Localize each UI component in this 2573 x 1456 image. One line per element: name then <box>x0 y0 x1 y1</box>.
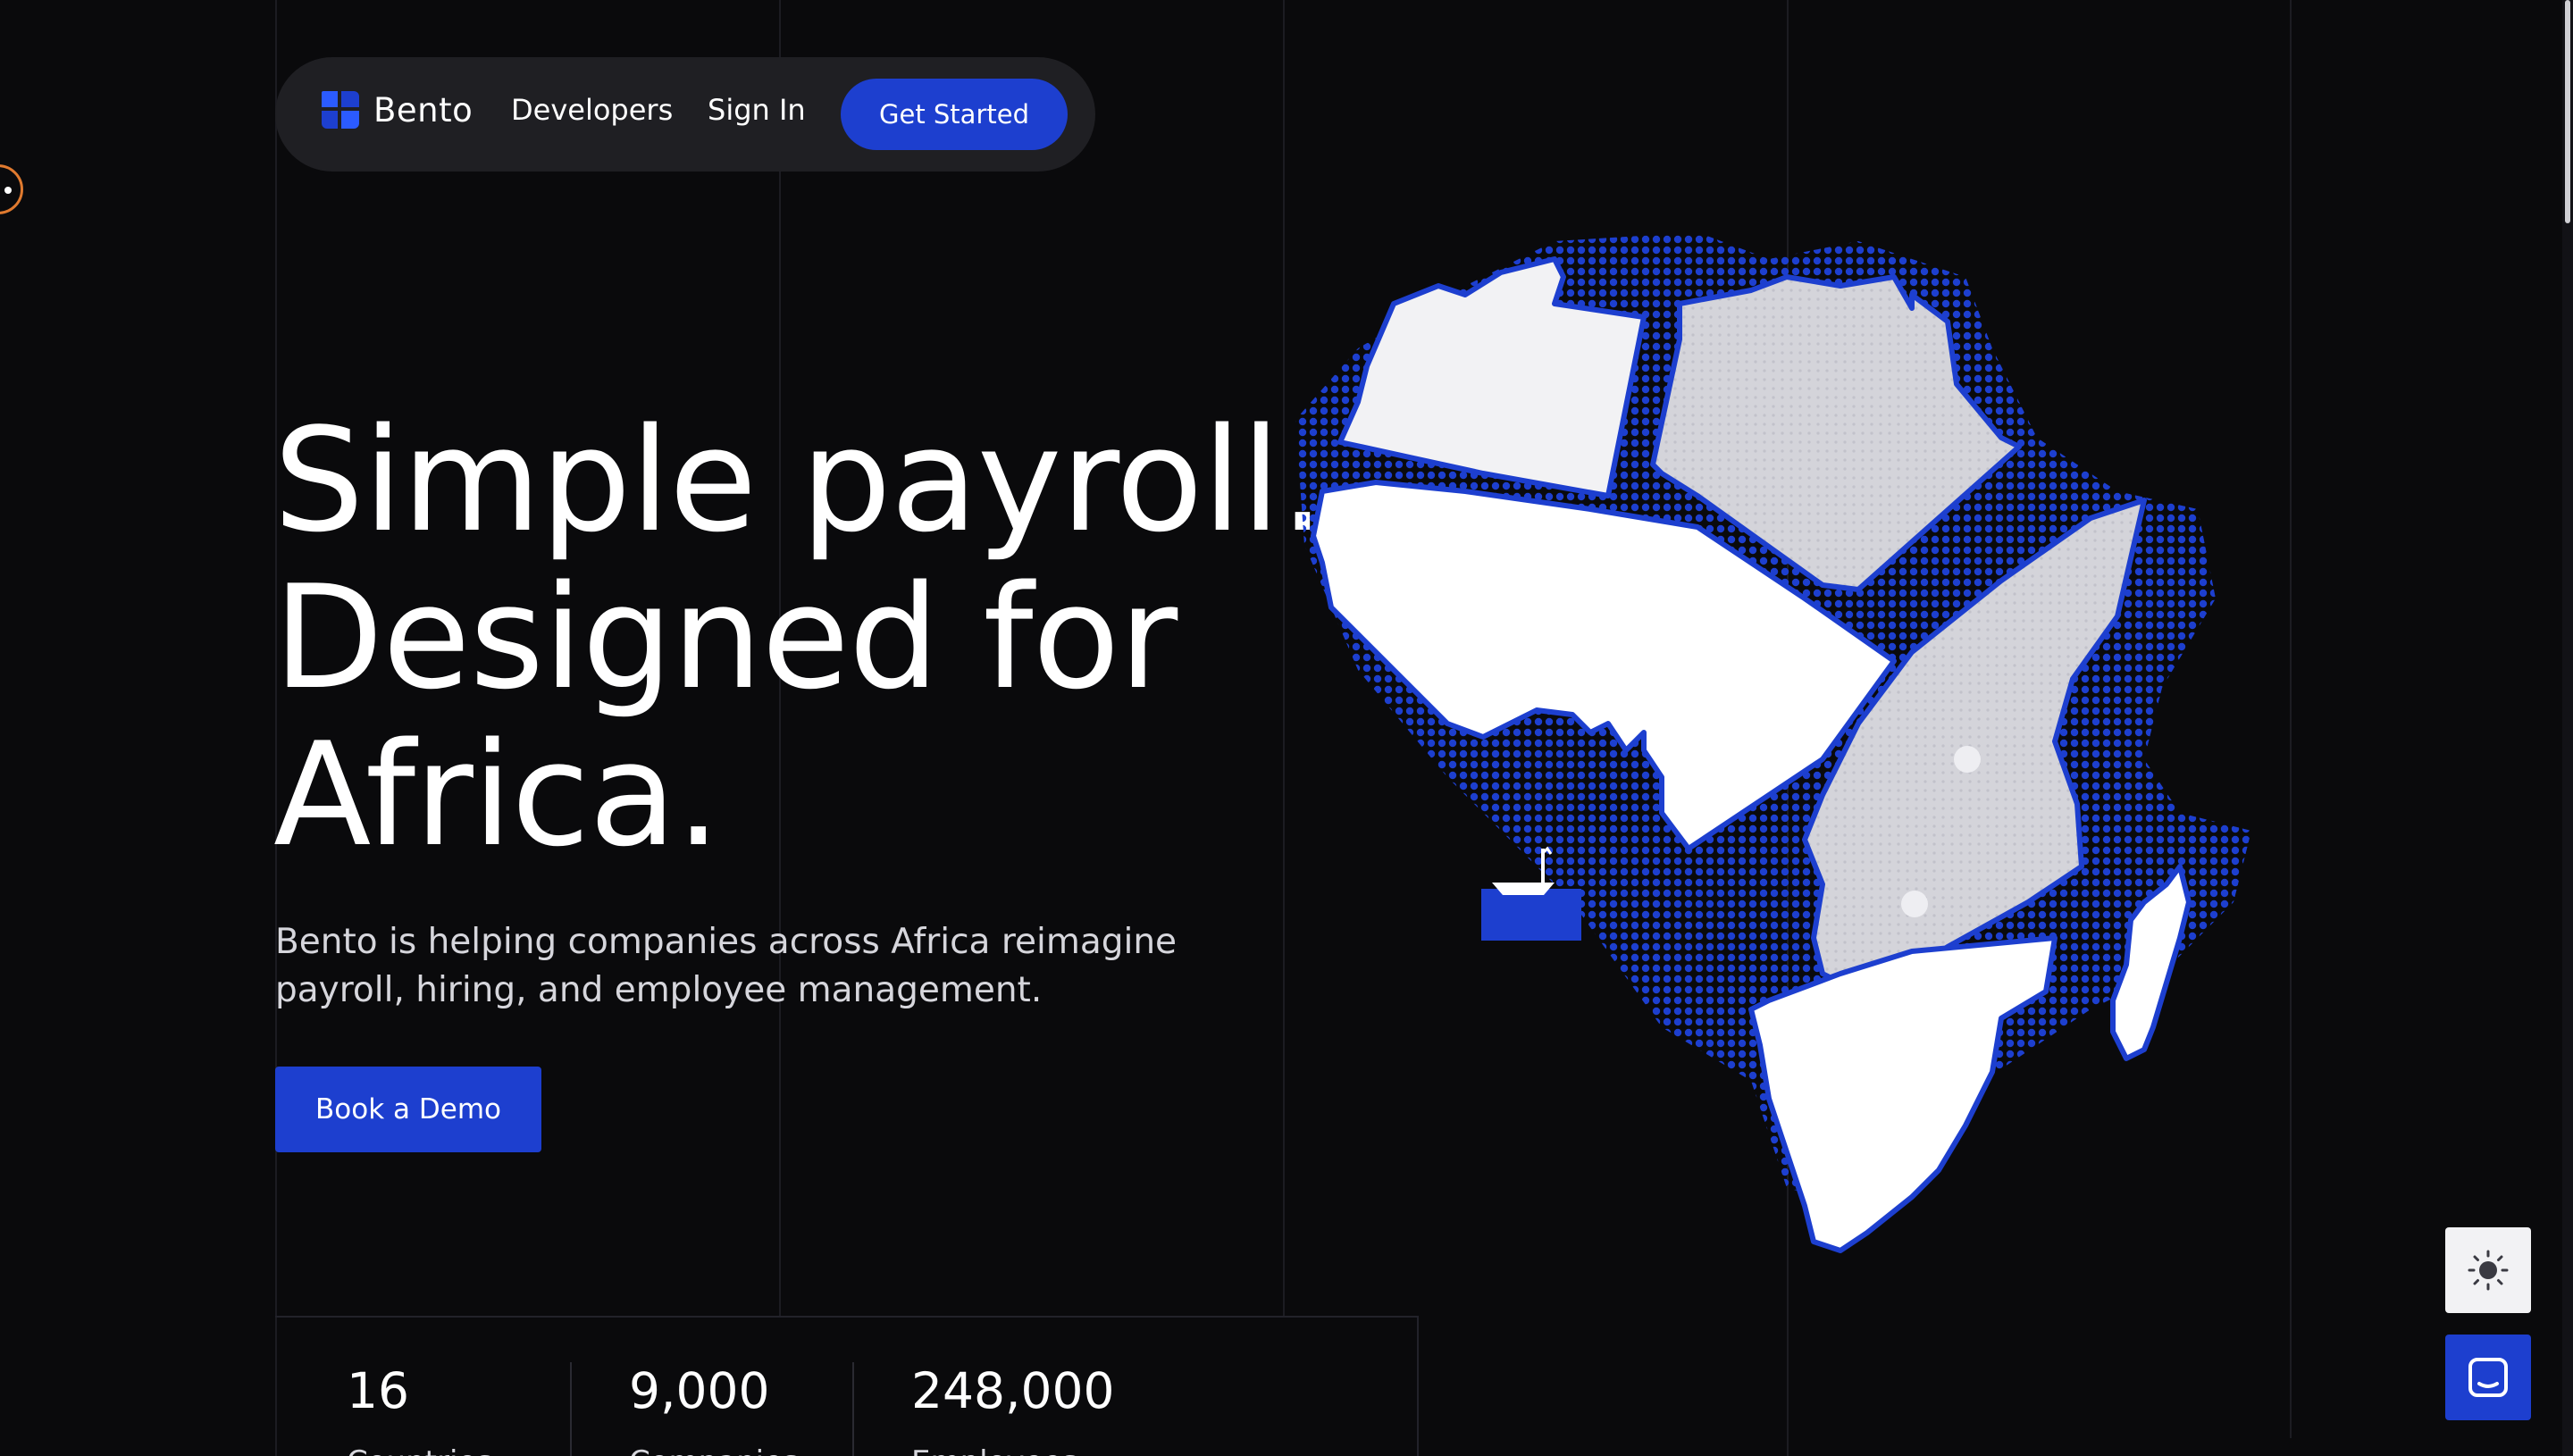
nav-link-sign-in[interactable]: Sign In <box>708 93 806 127</box>
stat-countries: 16 Countries <box>347 1362 492 1456</box>
headline-line: Africa. <box>273 711 721 878</box>
get-started-button[interactable]: Get Started <box>841 79 1068 150</box>
stat-value: 248,000 <box>911 1362 1115 1419</box>
headline-line: Simple payroll. <box>273 397 1325 564</box>
hero-headline: Simple payroll. Designed for Africa. <box>273 402 1345 874</box>
bento-logo-icon <box>322 91 359 129</box>
stat-companies: 9,000 Companies <box>629 1362 799 1456</box>
stat-label: Employees <box>911 1444 1114 1456</box>
nav-link-developers[interactable]: Developers <box>511 93 673 127</box>
sun-icon <box>2468 1250 2509 1291</box>
page-scrollbar[interactable] <box>2562 0 2573 1456</box>
map-marker <box>1954 746 1981 773</box>
book-demo-button[interactable]: Book a Demo <box>275 1067 541 1152</box>
page: Bento Developers Sign In Get Started Sim… <box>0 0 2573 1456</box>
headline-line: Designed for <box>273 554 1178 721</box>
scrollbar-thumb[interactable] <box>2565 0 2570 223</box>
stat-divider <box>570 1362 572 1456</box>
stat-employees: 248,000 Employees <box>911 1362 1114 1456</box>
stat-label: Companies <box>629 1444 799 1456</box>
africa-map-illustration <box>1295 232 2251 1253</box>
theme-toggle-button[interactable] <box>2445 1227 2531 1313</box>
handle-dot <box>4 187 12 194</box>
stat-label: Countries <box>347 1444 492 1456</box>
chat-icon <box>2468 1358 2508 1397</box>
hero-subtext: Bento is helping companies across Africa… <box>275 922 1178 1010</box>
stats-strip: 16 Countries 9,000 Companies 248,000 Emp… <box>275 1316 1419 1456</box>
grid-line <box>2290 0 2292 1438</box>
chat-support-button[interactable] <box>2445 1335 2531 1420</box>
stat-value: 16 <box>347 1362 409 1419</box>
brand-link[interactable]: Bento <box>320 89 473 130</box>
brand-name: Bento <box>373 90 474 130</box>
top-navbar: Bento Developers Sign In Get Started <box>275 57 1095 172</box>
map-marker <box>1901 891 1928 917</box>
stat-value: 9,000 <box>629 1362 770 1419</box>
stat-divider <box>852 1362 854 1456</box>
side-drawer-handle[interactable] <box>0 164 23 214</box>
